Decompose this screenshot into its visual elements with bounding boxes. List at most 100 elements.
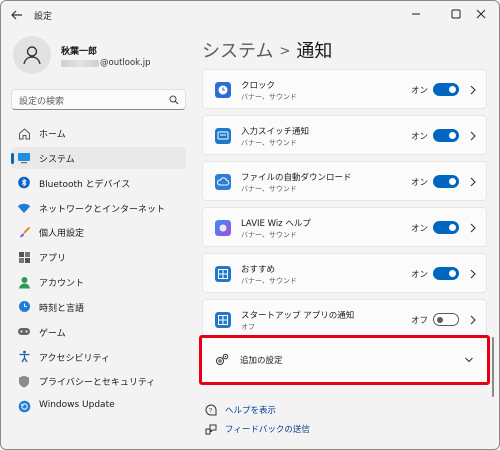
app-subtitle: バナー、サウンド	[241, 139, 297, 147]
sidebar-item-label: ホーム	[39, 130, 66, 140]
brush-icon	[17, 225, 31, 239]
sidebar-item-apps[interactable]: アプリ	[11, 246, 186, 268]
minimize-button[interactable]	[398, 3, 434, 25]
user-avatar-icon	[23, 46, 41, 65]
toggle-knob	[449, 86, 456, 93]
sidebar-item-label: アプリ	[39, 254, 67, 265]
sidebar-item-accessibility[interactable]: アクセシビリティ	[11, 346, 186, 368]
email-redaction	[61, 59, 99, 67]
app-title: クロック	[241, 81, 276, 91]
back-button[interactable]	[9, 7, 25, 23]
search-input[interactable]: 設定の検索	[11, 89, 186, 110]
sidebar-item-home[interactable]: ホーム	[11, 122, 186, 144]
sidebar-item-label: アカウント	[39, 279, 85, 290]
help-link-label[interactable]: ヘルプを表示	[225, 404, 276, 416]
sidebar-item-label: システム	[39, 154, 75, 165]
notification-toggle[interactable]	[433, 313, 459, 326]
feedback-icon	[205, 424, 217, 435]
toggle-state-label: オン	[411, 270, 429, 280]
sidebar-item-time-language[interactable]: 時刻と言語	[11, 296, 186, 318]
recommend-app-icon	[215, 266, 231, 282]
toggle-state-label: オン	[411, 132, 429, 142]
chevron-right-icon[interactable]	[469, 177, 477, 187]
sidebar-item-windows-update[interactable]: Windows Update	[11, 395, 186, 417]
toggle-knob	[449, 270, 456, 277]
additional-settings-expander[interactable]: 追加の設定	[202, 338, 487, 382]
toggle-knob	[449, 178, 456, 185]
chevron-right-icon[interactable]	[469, 315, 477, 325]
app-title: スタートアップ アプリの通知	[241, 311, 355, 321]
chevron-right-icon[interactable]	[469, 269, 477, 279]
feedback-link[interactable]: フィードバックの送信	[205, 422, 310, 436]
apps-icon	[17, 250, 31, 264]
search-placeholder: 設定の検索	[19, 97, 65, 107]
notification-toggle[interactable]	[433, 83, 459, 96]
maximize-icon	[451, 9, 461, 19]
notification-toggle[interactable]	[433, 221, 459, 234]
sidebar-item-system[interactable]: システム	[11, 146, 186, 169]
breadcrumb-parent[interactable]: システム	[202, 41, 273, 62]
avatar	[13, 36, 51, 74]
toggle-knob	[437, 316, 443, 323]
help-link[interactable]: ? ヘルプを表示	[205, 403, 276, 417]
account-icon	[17, 275, 31, 289]
sidebar-item-network[interactable]: ネットワークとインターネット	[11, 197, 186, 219]
sidebar-item-bluetooth[interactable]: Bluetooth とデバイス	[11, 172, 186, 194]
app-notification-clock[interactable]: クロック バナー、サウンド オン	[202, 69, 487, 109]
notification-toggle[interactable]	[433, 175, 459, 188]
scrollbar[interactable]	[492, 337, 494, 397]
feedback-link-label[interactable]: フィードバックの送信	[225, 423, 310, 435]
notification-toggle[interactable]	[433, 129, 459, 142]
sidebar-item-label: 個人用設定	[39, 229, 85, 240]
startup-app-icon	[215, 312, 231, 328]
system-display-icon	[17, 151, 31, 165]
user-name: 秋葉一郎	[61, 47, 98, 57]
sidebar-item-privacy[interactable]: プライバシーとセキュリティ	[11, 370, 186, 392]
windows-update-icon	[17, 399, 31, 413]
accessibility-icon	[17, 350, 31, 364]
sidebar-item-gaming[interactable]: ゲーム	[11, 321, 186, 343]
app-subtitle: バナー、サウンド	[241, 231, 297, 239]
sidebar-item-label: ネットワークとインターネット	[39, 204, 166, 215]
toggle-state-label: オン	[411, 178, 429, 188]
window-title: 設定	[34, 12, 53, 22]
cloud-download-app-icon	[215, 174, 231, 190]
sidebar-item-accounts[interactable]: アカウント	[11, 271, 186, 293]
app-notification-input-switch[interactable]: 入力スイッチ通知 バナー、サウンド オン	[202, 115, 487, 155]
app-notification-file-download[interactable]: ファイルの自動ダウンロード バナー、サウンド オン	[202, 161, 487, 201]
chevron-right-icon[interactable]	[469, 131, 477, 141]
chevron-right-icon[interactable]	[469, 223, 477, 233]
time-language-icon	[17, 300, 31, 314]
sidebar-item-label: ゲーム	[39, 328, 66, 339]
sidebar-item-label: Bluetooth とデバイス	[39, 179, 131, 190]
gamepad-icon	[17, 325, 31, 339]
close-icon	[476, 9, 486, 19]
page-title: 通知	[296, 41, 333, 62]
close-button[interactable]	[463, 3, 499, 25]
sidebar-item-label: Windows Update	[39, 400, 115, 411]
notification-toggle[interactable]	[433, 267, 459, 280]
chevron-right-icon[interactable]	[469, 85, 477, 95]
sidebar-item-label: 時刻と言語	[39, 303, 85, 314]
clock-app-icon	[215, 82, 231, 98]
app-title: おすすめ	[241, 265, 276, 275]
app-subtitle: オフ	[241, 323, 255, 331]
toggle-state-label: オン	[411, 224, 429, 234]
sidebar-item-personalization[interactable]: 個人用設定	[11, 221, 186, 243]
chevron-down-icon[interactable]	[464, 356, 474, 364]
additional-settings-label: 追加の設定	[240, 356, 283, 366]
toggle-knob	[449, 224, 456, 231]
bluetooth-icon	[17, 176, 31, 190]
app-title: 入力スイッチ通知	[241, 127, 310, 137]
app-notification-lavie-wiz[interactable]: LAVIE Wiz ヘルプ バナー、サウンド オン	[202, 207, 487, 247]
help-icon: ?	[205, 404, 217, 416]
app-notification-recommended[interactable]: おすすめ バナー、サウンド オン	[202, 253, 487, 293]
minimize-icon	[412, 13, 420, 15]
back-arrow-icon	[11, 10, 22, 20]
breadcrumb: システム > 通知	[202, 37, 332, 63]
user-profile[interactable]: 秋葉一郎 @outlook.jp	[13, 36, 198, 76]
app-notification-startup-apps[interactable]: スタートアップ アプリの通知 オフ オフ	[202, 299, 487, 339]
app-title: ファイルの自動ダウンロード	[241, 173, 352, 183]
shield-icon	[17, 374, 31, 388]
input-switch-app-icon	[215, 128, 231, 144]
